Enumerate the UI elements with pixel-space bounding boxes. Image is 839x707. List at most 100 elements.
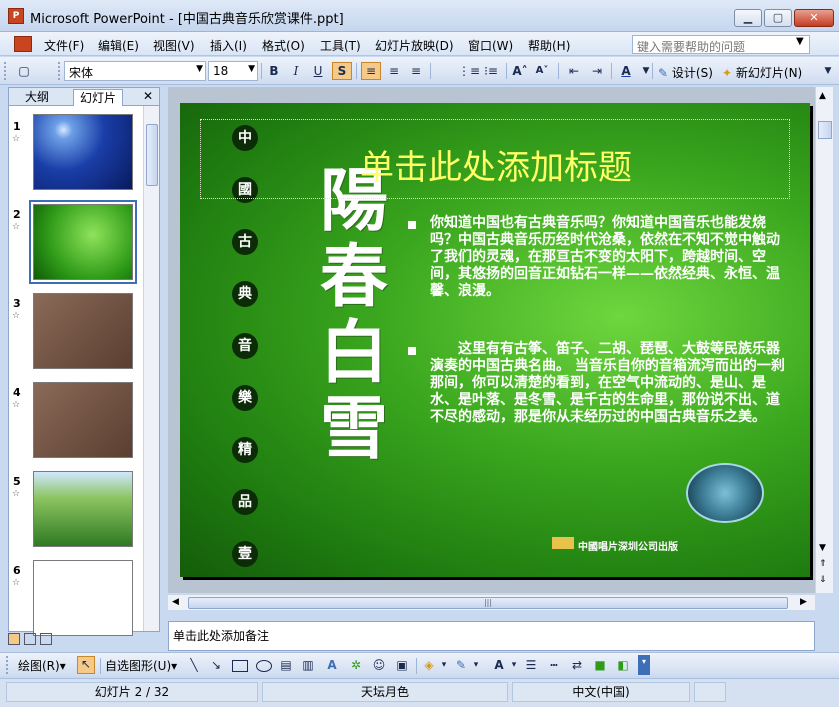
slide-thumbnail-5[interactable]	[33, 471, 133, 547]
font-size-select[interactable]: 18 ▼	[208, 61, 258, 81]
menu-slideshow[interactable]: 幻灯片放映(D)	[375, 37, 454, 54]
editor-vertical-scrollbar[interactable]: ▲ ▼ ⇑ ⇓	[815, 87, 833, 593]
shrink-font-button[interactable]: A˅	[532, 62, 552, 80]
slideshow-view-button[interactable]	[40, 633, 52, 645]
menu-edit[interactable]: 编辑(E)	[98, 37, 139, 54]
scrollbar-thumb[interactable]: |||	[188, 597, 788, 609]
oval-icon[interactable]	[256, 660, 272, 672]
scroll-down-icon[interactable]: ▼	[819, 543, 826, 553]
align-right-button[interactable]: ≡	[406, 62, 426, 80]
toolbar-grip[interactable]	[6, 656, 9, 674]
align-left-button[interactable]: ≡	[361, 62, 381, 80]
decrease-indent-button[interactable]: ⇤	[564, 62, 584, 80]
close-pane-icon[interactable]: ✕	[143, 89, 153, 103]
star-icon: ☆	[12, 489, 21, 499]
align-center-button[interactable]: ≡	[384, 62, 404, 80]
wordart-icon[interactable]: A	[325, 658, 339, 672]
current-slide[interactable]: 中 國 古 典 音 樂 精 品 壹 陽春白雪 单击此处添加标题 你知道中国也有古…	[180, 103, 810, 577]
slides-pane-scrollbar[interactable]	[143, 106, 159, 631]
menu-insert[interactable]: 插入(I)	[210, 37, 247, 54]
title-placeholder[interactable]: 单击此处添加标题	[200, 119, 790, 199]
scroll-up-icon[interactable]: ▲	[819, 91, 826, 101]
dash-style-icon[interactable]: ┅	[547, 658, 561, 672]
line-style-icon[interactable]: ☰	[524, 658, 538, 672]
diagram-icon[interactable]: ✲	[349, 658, 363, 672]
grow-font-button[interactable]: A˄	[510, 62, 530, 80]
toolbar-separator	[261, 63, 262, 79]
select-pointer-icon[interactable]: ↖	[77, 656, 95, 674]
menu-window[interactable]: 窗口(W)	[468, 37, 513, 54]
menu-format[interactable]: 格式(O)	[262, 37, 305, 54]
slide-sorter-view-button[interactable]	[24, 633, 36, 645]
chevron-down-icon[interactable]: ▾	[437, 658, 451, 672]
3d-style-icon[interactable]: ◧	[616, 658, 630, 672]
toolbar-options-icon[interactable]: ▾	[638, 655, 650, 675]
font-name-select[interactable]: 宋体 ▼	[64, 61, 206, 81]
shadow-button[interactable]: S	[332, 62, 352, 80]
scrollbar-thumb[interactable]	[146, 124, 158, 186]
title-bar: P Microsoft PowerPoint - [中国古典音乐欣赏课件.ppt…	[0, 0, 839, 32]
status-design-name[interactable]: 天坛月色	[262, 682, 508, 702]
menu-file[interactable]: 文件(F)	[44, 37, 84, 54]
arrow-style-icon[interactable]: ⇄	[570, 658, 584, 672]
scrollbar-thumb[interactable]	[818, 121, 832, 139]
underline-button[interactable]: U	[308, 62, 328, 80]
design-button[interactable]: ✎ 设计(S)	[658, 64, 713, 81]
document-icon[interactable]	[14, 36, 32, 52]
line-icon[interactable]: ╲	[187, 658, 201, 672]
shadow-style-icon[interactable]: ■	[593, 658, 607, 672]
arrow-icon[interactable]: ↘	[209, 658, 223, 672]
powerpoint-app-icon[interactable]: P	[8, 8, 24, 24]
toolbar-separator	[430, 63, 431, 79]
tab-outline[interactable]: 大纲	[19, 89, 55, 106]
menu-help[interactable]: 帮助(H)	[528, 37, 570, 54]
line-color-icon[interactable]: ✎	[454, 658, 468, 672]
previous-slide-icon[interactable]: ⇑	[819, 559, 827, 569]
notes-pane[interactable]: 单击此处添加备注	[168, 621, 815, 651]
numbering-button[interactable]: ⋮≡	[458, 62, 480, 80]
vertical-textbox-icon[interactable]: ▥	[301, 658, 315, 672]
chevron-down-icon[interactable]: ▾	[469, 658, 483, 672]
clipart-icon[interactable]: ☺	[372, 658, 386, 672]
draw-menu-button[interactable]: 绘图(R)▾	[18, 657, 66, 674]
toolbar-separator	[100, 658, 101, 674]
textbox-icon[interactable]: ▤	[279, 658, 293, 672]
bullets-button[interactable]: ⁝≡	[481, 62, 501, 80]
new-slide-button[interactable]: ✦ 新幻灯片(N)	[722, 64, 802, 81]
rectangle-icon[interactable]	[232, 660, 248, 672]
toolbar-options-icon[interactable]: ▼	[818, 62, 838, 80]
next-slide-icon[interactable]: ⇓	[819, 575, 827, 585]
menu-view[interactable]: 视图(V)	[153, 37, 195, 54]
toolbar-separator	[611, 63, 612, 79]
bold-button[interactable]: B	[264, 62, 284, 80]
editor-horizontal-scrollbar[interactable]: ◀ ||| ▶	[168, 594, 815, 610]
help-dropdown-icon[interactable]: ▼	[796, 36, 804, 47]
italic-button[interactable]: I	[286, 62, 306, 80]
slide-thumbnail-6[interactable]	[33, 560, 133, 636]
slide-thumbnail-4[interactable]	[33, 382, 133, 458]
tab-slides[interactable]: 幻灯片	[73, 89, 124, 106]
menu-tools[interactable]: 工具(T)	[320, 37, 361, 54]
autoshapes-menu-button[interactable]: 自选图形(U)▾	[105, 657, 177, 674]
picture-icon[interactable]: ▣	[395, 658, 409, 672]
close-button[interactable]: ✕	[794, 9, 834, 27]
chevron-down-icon[interactable]: ▼	[636, 62, 656, 80]
slide-thumbnail-1[interactable]	[33, 114, 133, 190]
chevron-down-icon[interactable]: ▾	[507, 658, 521, 672]
font-color-button[interactable]: A	[616, 62, 636, 80]
scroll-right-icon[interactable]: ▶	[800, 597, 807, 607]
slide-thumbnail-3[interactable]	[33, 293, 133, 369]
font-color-icon[interactable]: A	[492, 658, 506, 672]
increase-indent-button[interactable]: ⇥	[587, 62, 607, 80]
toolbar-grip[interactable]	[58, 62, 61, 80]
maximize-button[interactable]: ▢	[764, 9, 792, 27]
toolbar-grip[interactable]	[4, 62, 7, 80]
vertical-char: 樂	[232, 385, 258, 411]
help-search-input[interactable]: 键入需要帮助的问题	[632, 35, 810, 54]
slide-thumbnail-2[interactable]	[29, 200, 137, 284]
normal-view-button[interactable]	[8, 633, 20, 645]
new-document-icon[interactable]: ▢	[14, 62, 34, 80]
scroll-left-icon[interactable]: ◀	[172, 597, 179, 607]
fill-color-icon[interactable]: ◈	[422, 658, 436, 672]
minimize-button[interactable]: ▁	[734, 9, 762, 27]
